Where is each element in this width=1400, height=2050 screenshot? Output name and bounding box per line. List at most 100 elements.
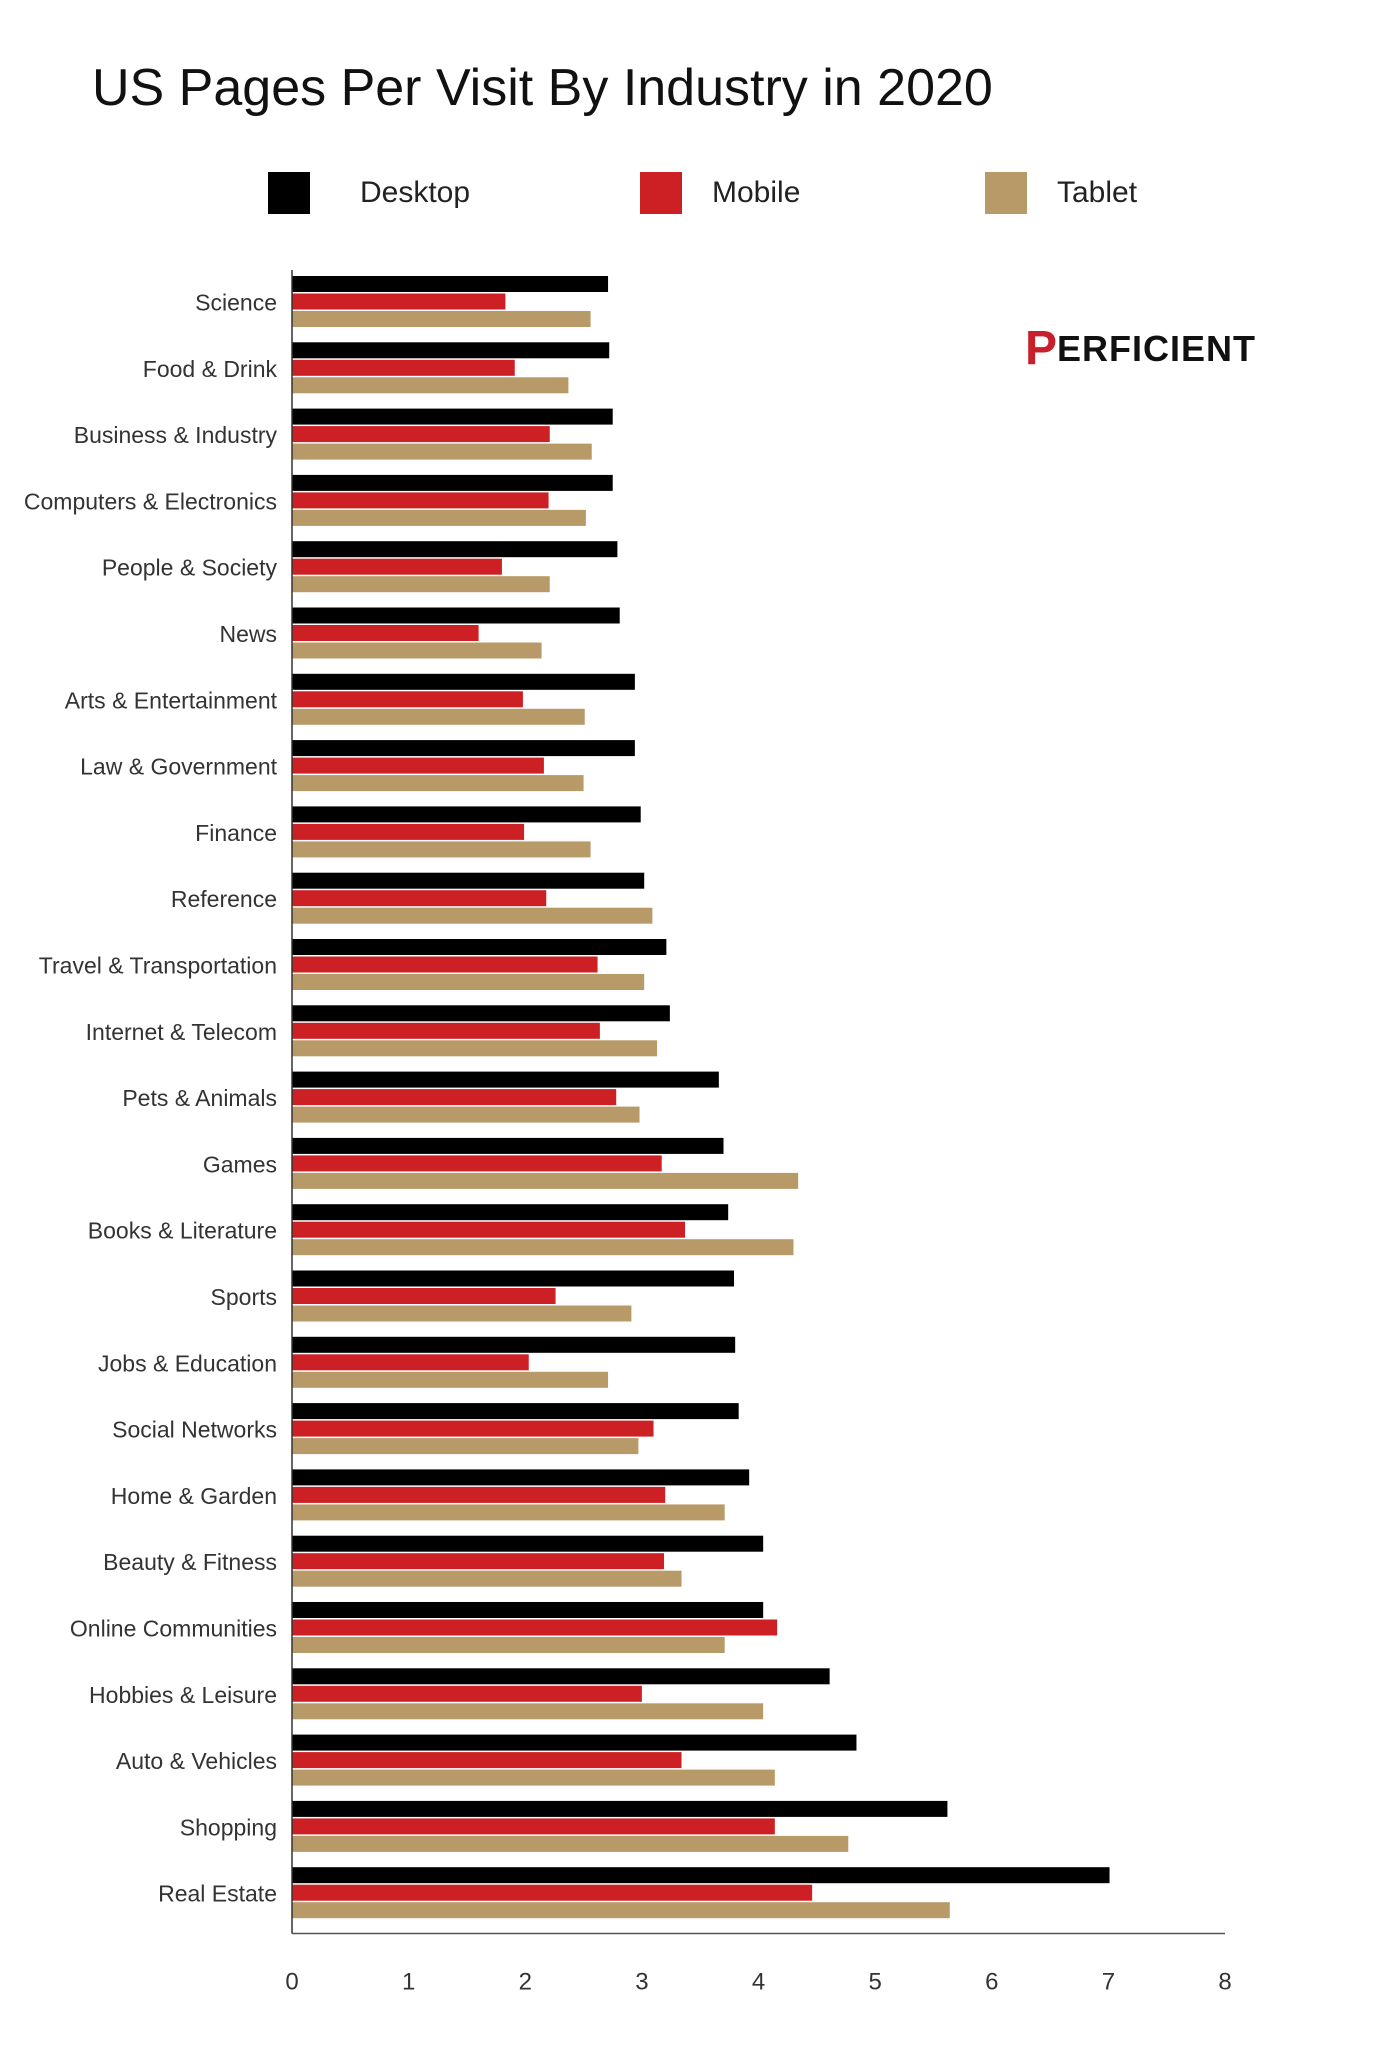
bar-desktop bbox=[292, 806, 641, 823]
bar-mobile bbox=[292, 492, 549, 509]
category-label: News bbox=[219, 621, 277, 647]
bar-desktop bbox=[292, 1071, 719, 1088]
category-label: Jobs & Education bbox=[98, 1350, 277, 1376]
x-tick-label: 2 bbox=[519, 1969, 532, 1996]
bar-desktop bbox=[292, 1734, 857, 1751]
category-label: Books & Literature bbox=[88, 1218, 277, 1244]
bar-mobile bbox=[292, 558, 502, 575]
bar-desktop bbox=[292, 276, 609, 292]
x-tick-label: 0 bbox=[285, 1969, 298, 1996]
bar-mobile bbox=[292, 1619, 778, 1636]
bar-tablet bbox=[292, 1172, 799, 1189]
bar-desktop bbox=[292, 1602, 764, 1618]
bar-mobile bbox=[292, 823, 525, 840]
bar-desktop bbox=[292, 1005, 670, 1022]
bar-mobile bbox=[292, 1022, 600, 1039]
category-label: Sports bbox=[211, 1284, 277, 1310]
category-label: Business & Industry bbox=[74, 422, 278, 448]
bar-tablet bbox=[292, 841, 591, 858]
bar-desktop bbox=[292, 740, 635, 757]
bar-tablet bbox=[292, 1835, 849, 1852]
bar-mobile bbox=[292, 956, 598, 973]
bar-desktop bbox=[292, 1270, 735, 1287]
bar-desktop bbox=[292, 939, 667, 955]
bar-tablet bbox=[292, 974, 645, 990]
category-label: Auto & Vehicles bbox=[116, 1748, 277, 1774]
bar-mobile bbox=[292, 1685, 642, 1702]
bar-mobile bbox=[292, 1354, 529, 1371]
x-tick-label: 5 bbox=[868, 1969, 881, 1996]
bar-desktop bbox=[292, 1336, 736, 1353]
bar-mobile bbox=[292, 1486, 666, 1503]
bar-desktop bbox=[292, 607, 620, 624]
x-tick-label: 6 bbox=[985, 1969, 998, 1996]
bar-tablet bbox=[292, 1703, 764, 1720]
bar-mobile bbox=[292, 1420, 654, 1437]
x-tick-label: 3 bbox=[635, 1969, 648, 1996]
category-label: Hobbies & Leisure bbox=[89, 1682, 277, 1708]
category-label: Shopping bbox=[180, 1814, 277, 1840]
category-label: Reference bbox=[171, 886, 277, 912]
bar-mobile bbox=[292, 359, 515, 376]
bar-mobile bbox=[292, 691, 523, 708]
bar-tablet bbox=[292, 907, 653, 924]
category-label: Finance bbox=[195, 820, 277, 846]
bar-desktop bbox=[292, 408, 613, 425]
bar-desktop bbox=[292, 872, 645, 889]
bar-tablet bbox=[292, 1371, 609, 1388]
bar-mobile bbox=[292, 1884, 813, 1901]
category-label: Online Communities bbox=[70, 1616, 277, 1642]
bar-tablet bbox=[292, 509, 586, 526]
category-label: Science bbox=[195, 290, 277, 316]
category-label: Social Networks bbox=[112, 1417, 277, 1443]
bar-tablet bbox=[292, 775, 584, 792]
category-label: Pets & Animals bbox=[122, 1085, 277, 1111]
category-label: Internet & Telecom bbox=[86, 1019, 277, 1045]
bar-tablet bbox=[292, 311, 591, 327]
bar-mobile bbox=[292, 1553, 665, 1570]
bar-tablet bbox=[292, 1504, 725, 1521]
bar-tablet bbox=[292, 377, 569, 394]
bar-mobile bbox=[292, 1155, 662, 1172]
category-label: Computers & Electronics bbox=[24, 488, 277, 514]
bar-desktop bbox=[292, 474, 613, 491]
bar-tablet bbox=[292, 1902, 950, 1919]
bar-tablet bbox=[292, 1239, 794, 1256]
bar-desktop bbox=[292, 342, 610, 359]
category-label: Beauty & Fitness bbox=[103, 1549, 277, 1575]
category-label: Home & Garden bbox=[111, 1483, 277, 1509]
bar-tablet bbox=[292, 1305, 632, 1322]
bar-mobile bbox=[292, 1221, 686, 1238]
bar-mobile bbox=[292, 890, 547, 907]
bar-tablet bbox=[292, 576, 550, 593]
bar-tablet bbox=[292, 708, 585, 725]
x-tick-label: 8 bbox=[1218, 1969, 1231, 1996]
bar-desktop bbox=[292, 1204, 729, 1221]
bar-mobile bbox=[292, 1818, 775, 1835]
bar-mobile bbox=[292, 1752, 682, 1769]
category-label: Arts & Entertainment bbox=[65, 687, 278, 713]
bar-mobile bbox=[292, 757, 544, 774]
bar-desktop bbox=[292, 673, 635, 690]
bar-mobile bbox=[292, 1089, 617, 1106]
bar-mobile bbox=[292, 293, 506, 310]
bar-tablet bbox=[292, 443, 592, 460]
bar-tablet bbox=[292, 1769, 775, 1786]
x-tick-label: 1 bbox=[402, 1969, 415, 1996]
bar-tablet bbox=[292, 1438, 639, 1455]
bar-desktop bbox=[292, 1469, 750, 1486]
bar-tablet bbox=[292, 1106, 640, 1123]
category-label: Games bbox=[203, 1151, 277, 1177]
bar-tablet bbox=[292, 1040, 658, 1057]
bar-desktop bbox=[292, 1668, 830, 1685]
category-label: People & Society bbox=[102, 555, 278, 581]
bar-desktop bbox=[292, 1535, 764, 1552]
bar-mobile bbox=[292, 1288, 556, 1304]
bar-tablet bbox=[292, 642, 542, 659]
bar-tablet bbox=[292, 1637, 725, 1653]
bar-desktop bbox=[292, 541, 618, 558]
category-label: Travel & Transportation bbox=[39, 953, 277, 979]
x-tick-label: 7 bbox=[1102, 1969, 1115, 1996]
bar-desktop bbox=[292, 1403, 739, 1420]
bar-desktop bbox=[292, 1137, 724, 1154]
